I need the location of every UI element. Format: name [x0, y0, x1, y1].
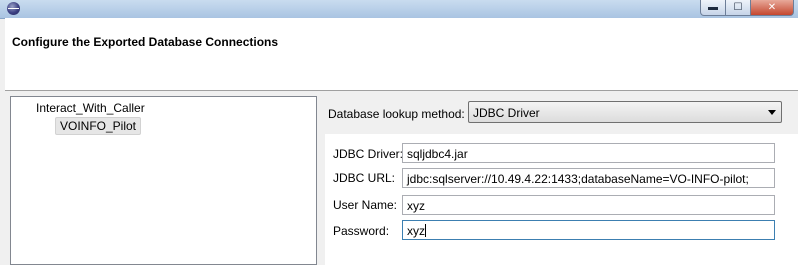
- tree-item-voinfo-pilot[interactable]: VOINFO_Pilot: [55, 117, 142, 135]
- wizard-header: Configure the Exported Database Connecti…: [5, 18, 798, 91]
- jdbc-driver-value: sqljdbc4.jar: [407, 147, 468, 161]
- lookup-method-select[interactable]: JDBC Driver: [468, 101, 782, 123]
- tree-item-interact-with-caller[interactable]: Interact_With_Caller: [36, 101, 145, 115]
- lookup-method-label: Database lookup method:: [328, 107, 465, 121]
- lookup-method-value: JDBC Driver: [473, 106, 540, 120]
- jdbc-driver-label: JDBC Driver:: [333, 147, 404, 161]
- close-button[interactable]: ✕: [751, 0, 794, 16]
- jdbc-url-field[interactable]: jdbc:sqlserver://10.49.4.22:1433;databas…: [402, 168, 775, 188]
- connection-tree[interactable]: Interact_With_Caller VOINFO_Pilot: [10, 96, 317, 265]
- minimize-button[interactable]: ▬: [700, 0, 726, 16]
- jdbc-url-value: jdbc:sqlserver://10.49.4.22:1433;databas…: [407, 172, 749, 186]
- password-field[interactable]: xyz: [402, 220, 775, 240]
- jdbc-url-label: JDBC URL:: [333, 171, 396, 185]
- password-label: Password:: [333, 224, 390, 238]
- password-value: xyz: [407, 224, 425, 238]
- eclipse-icon: [7, 2, 20, 15]
- connection-form: JDBC Driver: sqljdbc4.jar JDBC URL: jdbc…: [325, 134, 798, 265]
- maximize-button[interactable]: ☐: [726, 0, 751, 16]
- text-caret: [425, 224, 426, 237]
- window-controls: ▬ ☐ ✕: [700, 0, 794, 16]
- jdbc-driver-field[interactable]: sqljdbc4.jar: [402, 143, 775, 163]
- user-name-field[interactable]: xyz: [402, 195, 775, 215]
- user-name-label: User Name:: [333, 198, 398, 212]
- page-title: Configure the Exported Database Connecti…: [12, 35, 279, 49]
- title-bar: ▬ ☐ ✕: [0, 0, 798, 19]
- user-name-value: xyz: [407, 199, 425, 213]
- dropdown-arrow-icon: [768, 110, 776, 115]
